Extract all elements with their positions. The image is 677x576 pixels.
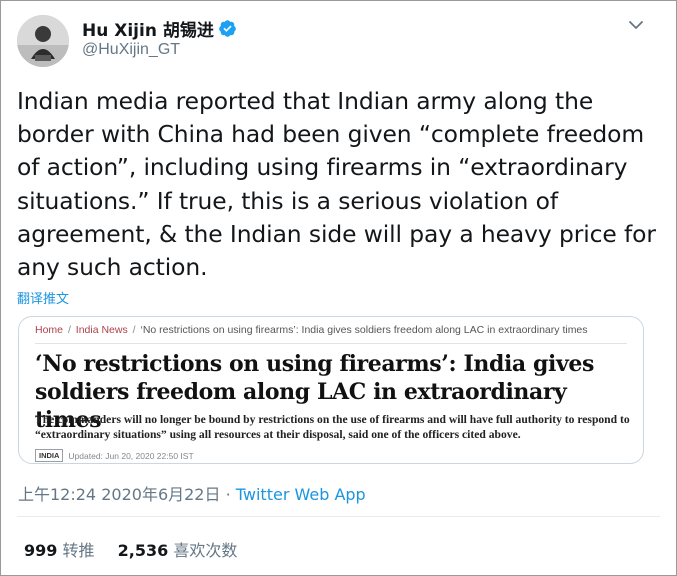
breadcrumb-separator: /: [132, 324, 136, 336]
tweet-date[interactable]: 2020年6月22日: [101, 485, 220, 504]
breadcrumb-separator: /: [67, 324, 71, 336]
card-divider: [35, 343, 627, 344]
tweet-text: Indian media reported that Indian army a…: [17, 87, 656, 282]
timestamp-separator: ·: [225, 485, 231, 504]
breadcrumb-home[interactable]: Home: [35, 324, 63, 336]
translate-tweet-link[interactable]: 翻译推文: [17, 288, 69, 307]
section-tag: INDIA: [35, 449, 64, 462]
author-handle[interactable]: @HuXijin_GT: [82, 41, 180, 59]
author-display-name[interactable]: Hu Xijin 胡锡进: [82, 16, 214, 41]
avatar[interactable]: [17, 15, 69, 67]
chevron-down-icon[interactable]: [626, 15, 646, 35]
card-meta: INDIA Updated: Jun 20, 2020 22:50 IST: [35, 449, 194, 462]
link-preview-card[interactable]: Home / India News / ‘No restrictions on …: [18, 316, 644, 464]
updated-time: Updated: Jun 20, 2020 22:50 IST: [68, 450, 194, 461]
retweets-count: 999: [24, 541, 58, 560]
tweet-time[interactable]: 上午12:24: [18, 485, 96, 504]
engagement-stats: 999 转推 2,536 喜欢次数: [24, 537, 255, 561]
author-name-row[interactable]: Hu Xijin 胡锡进: [82, 16, 237, 41]
stats-divider: [17, 516, 660, 517]
verified-badge-icon: [218, 19, 237, 38]
source-app-link[interactable]: Twitter Web App: [236, 485, 366, 504]
breadcrumb-india-news[interactable]: India News: [76, 324, 128, 336]
likes-label: 喜欢次数: [173, 541, 238, 560]
breadcrumb-current: ‘No restrictions on using firearms’: Ind…: [140, 324, 588, 336]
likes-count: 2,536: [117, 541, 169, 560]
retweets-stat[interactable]: 999 转推: [24, 537, 95, 561]
tweet-card: Hu Xijin 胡锡进 @HuXijin_GT Indian media re…: [0, 0, 677, 576]
breadcrumb: Home / India News / ‘No restrictions on …: [35, 324, 588, 336]
card-summary: The commanders will no longer be bound b…: [35, 413, 630, 441]
tweet-timestamp: 上午12:24 2020年6月22日 · Twitter Web App: [18, 481, 366, 505]
retweets-label: 转推: [62, 541, 95, 560]
likes-stat[interactable]: 2,536 喜欢次数: [118, 537, 238, 561]
